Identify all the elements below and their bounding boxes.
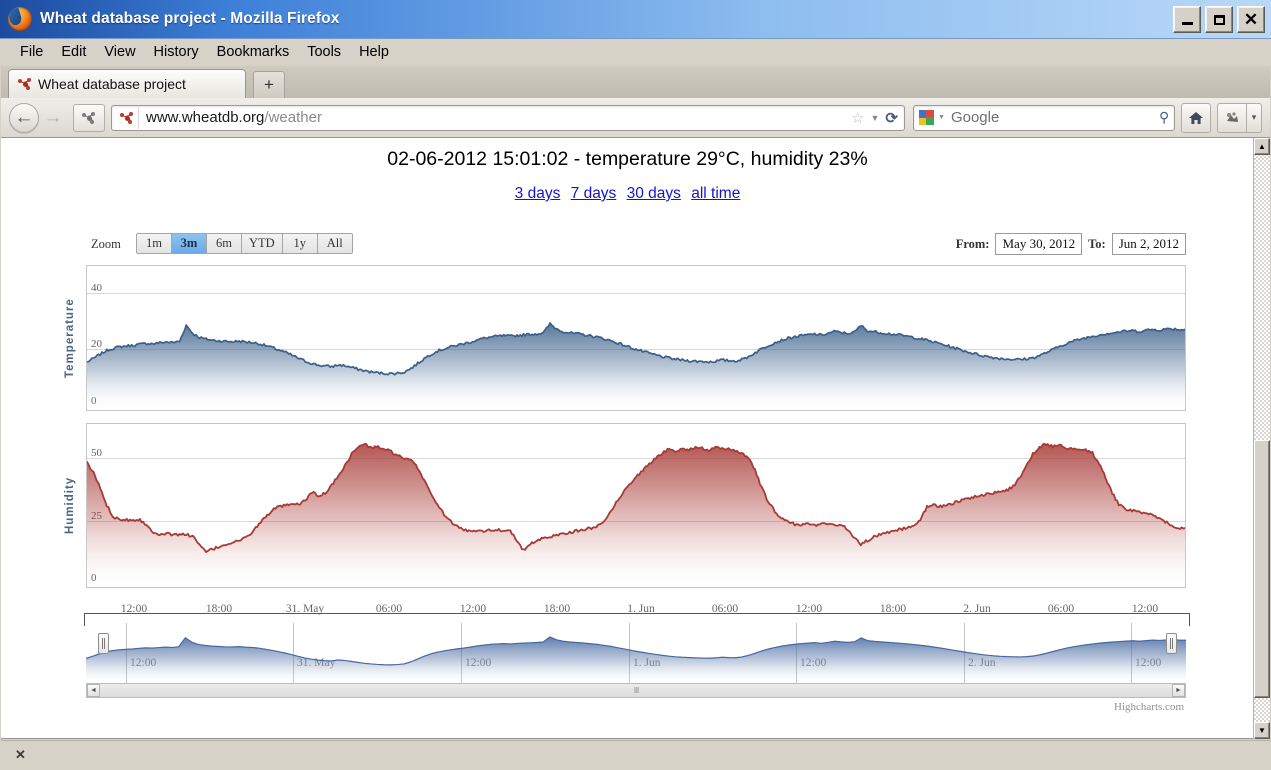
range-selector: Zoom 1m 3m 6m YTD 1y All From: May 30, 2… — [86, 233, 1186, 259]
tab-wheat-database-project[interactable]: Wheat database project — [8, 69, 246, 98]
humidity-plot: 02550 — [86, 423, 1186, 588]
link-all-time[interactable]: all time — [691, 185, 740, 202]
navigation-toolbar: ← → www.wheatdb.org/weather ☆ ▼ ⟳ ▼ Goog… — [1, 98, 1270, 138]
temperature-plot: 02040 — [86, 265, 1186, 411]
bookmarks-star-icon — [1227, 111, 1238, 122]
page-content: 02-06-2012 15:01:02 - temperature 29°C, … — [1, 138, 1270, 739]
menu-bar: File Edit View History Bookmarks Tools H… — [1, 39, 1270, 65]
link-7-days[interactable]: 7 days — [571, 185, 617, 202]
navigator-left-handle[interactable] — [98, 633, 109, 654]
navigator-scrollbar-grip[interactable]: ‖‖ — [634, 686, 640, 695]
zoom-button-ytd[interactable]: YTD — [242, 234, 283, 253]
tab-title: Wheat database project — [38, 76, 186, 92]
bookmark-star-icon[interactable]: ☆ — [851, 109, 864, 127]
bookmarks-button[interactable] — [1217, 102, 1247, 133]
url-path: /weather — [264, 109, 322, 126]
reload-button[interactable] — [73, 103, 105, 132]
highstock-chart: Zoom 1m 3m 6m YTD 1y All From: May 30, 2… — [64, 233, 1190, 723]
url-bar[interactable]: www.wheatdb.org/weather ☆ ▼ ⟳ — [111, 104, 905, 131]
search-engine-chevron-icon[interactable]: ▼ — [938, 114, 945, 121]
find-bar-close-icon[interactable]: ✕ — [15, 747, 26, 763]
menu-item-file[interactable]: File — [11, 42, 52, 62]
chevron-down-icon[interactable]: ▼ — [871, 113, 880, 123]
bookmarks-chevron-icon[interactable]: ▾ — [1247, 102, 1262, 133]
navigator-right-handle[interactable] — [1166, 633, 1177, 654]
reload-molecule-icon — [82, 111, 96, 125]
zoom-button-1y[interactable]: 1y — [282, 234, 318, 253]
close-button[interactable]: ✕ — [1237, 6, 1265, 33]
window-controls: ✕ — [1173, 6, 1265, 33]
site-identity-icon — [116, 106, 139, 129]
back-icon[interactable]: ← — [9, 102, 39, 133]
find-bar: ✕ — [1, 740, 1270, 769]
menu-item-history[interactable]: History — [145, 42, 208, 62]
from-label: From: — [955, 236, 990, 251]
page-scrollbar[interactable]: ▲ ▼ — [1253, 138, 1270, 739]
search-bar[interactable]: ▼ Google ⚲ — [913, 104, 1175, 131]
humidity-axis-label: Humidity — [64, 476, 76, 535]
maximize-button[interactable] — [1205, 6, 1233, 33]
zoom-button-6m[interactable]: 6m — [207, 234, 242, 253]
menu-item-help[interactable]: Help — [350, 42, 398, 62]
url-text: www.wheatdb.org/weather — [146, 109, 322, 126]
search-icon[interactable]: ⚲ — [1159, 109, 1169, 126]
zoom-button-1m[interactable]: 1m — [137, 234, 172, 253]
minimize-button[interactable] — [1173, 6, 1201, 33]
home-icon — [1189, 111, 1203, 124]
weather-page: 02-06-2012 15:01:02 - temperature 29°C, … — [1, 138, 1254, 738]
molecule-favicon-icon — [18, 77, 32, 91]
scrollbar-thumb[interactable] — [1254, 440, 1270, 698]
zoom-button-all[interactable]: All — [317, 234, 352, 253]
home-button[interactable] — [1181, 102, 1211, 133]
highcharts-credit[interactable]: Highcharts.com — [1114, 701, 1184, 713]
to-date-input[interactable]: Jun 2, 2012 — [1111, 233, 1186, 255]
search-input[interactable]: Google — [951, 109, 999, 126]
google-logo-icon — [919, 110, 934, 125]
navigator-scroll-right-icon[interactable]: ► — [1172, 684, 1185, 697]
scroll-down-icon[interactable]: ▼ — [1254, 722, 1270, 739]
url-bar-icons: ☆ ▼ ⟳ — [851, 109, 900, 127]
link-3-days[interactable]: 3 days — [515, 185, 561, 202]
menu-item-tools[interactable]: Tools — [298, 42, 350, 62]
from-date-input[interactable]: May 30, 2012 — [995, 233, 1083, 255]
navigator-scroll-left-icon[interactable]: ◄ — [87, 684, 100, 697]
navigator-series[interactable]: 12:0031. May12:001. Jun12:002. Jun12:00 — [86, 623, 1186, 684]
navigator-selection-outline — [84, 613, 1190, 626]
navigator-scrollbar[interactable]: ◄ ‖‖ ► — [86, 683, 1186, 698]
window-title: Wheat database project - Mozilla Firefox — [40, 10, 340, 27]
new-tab-button[interactable]: + — [253, 71, 285, 98]
browser-window: Wheat database project - Mozilla Firefox… — [0, 0, 1271, 770]
menu-item-view[interactable]: View — [95, 42, 144, 62]
scroll-up-icon[interactable]: ▲ — [1254, 138, 1270, 155]
to-label: To: — [1088, 236, 1106, 251]
reload-icon[interactable]: ⟳ — [885, 109, 898, 127]
zoom-buttons: 1m 3m 6m YTD 1y All — [136, 233, 353, 254]
firefox-logo-icon — [6, 7, 32, 31]
temperature-axis-label: Temperature — [64, 298, 76, 378]
menu-item-bookmarks[interactable]: Bookmarks — [208, 42, 299, 62]
link-30-days[interactable]: 30 days — [627, 185, 681, 202]
forward-icon[interactable]: → — [39, 104, 67, 132]
range-links: 3 days 7 days 30 days all time — [1, 185, 1254, 203]
date-range-inputs: From: May 30, 2012 To: Jun 2, 2012 — [950, 233, 1186, 255]
tab-strip: Wheat database project + — [1, 66, 1270, 99]
menu-item-edit[interactable]: Edit — [52, 42, 95, 62]
url-host: www.wheatdb.org — [146, 109, 265, 126]
zoom-label: Zoom — [91, 237, 121, 251]
page-title: 02-06-2012 15:01:02 - temperature 29°C, … — [387, 148, 868, 170]
title-bar: Wheat database project - Mozilla Firefox… — [0, 0, 1271, 39]
zoom-button-3m[interactable]: 3m — [172, 234, 207, 253]
